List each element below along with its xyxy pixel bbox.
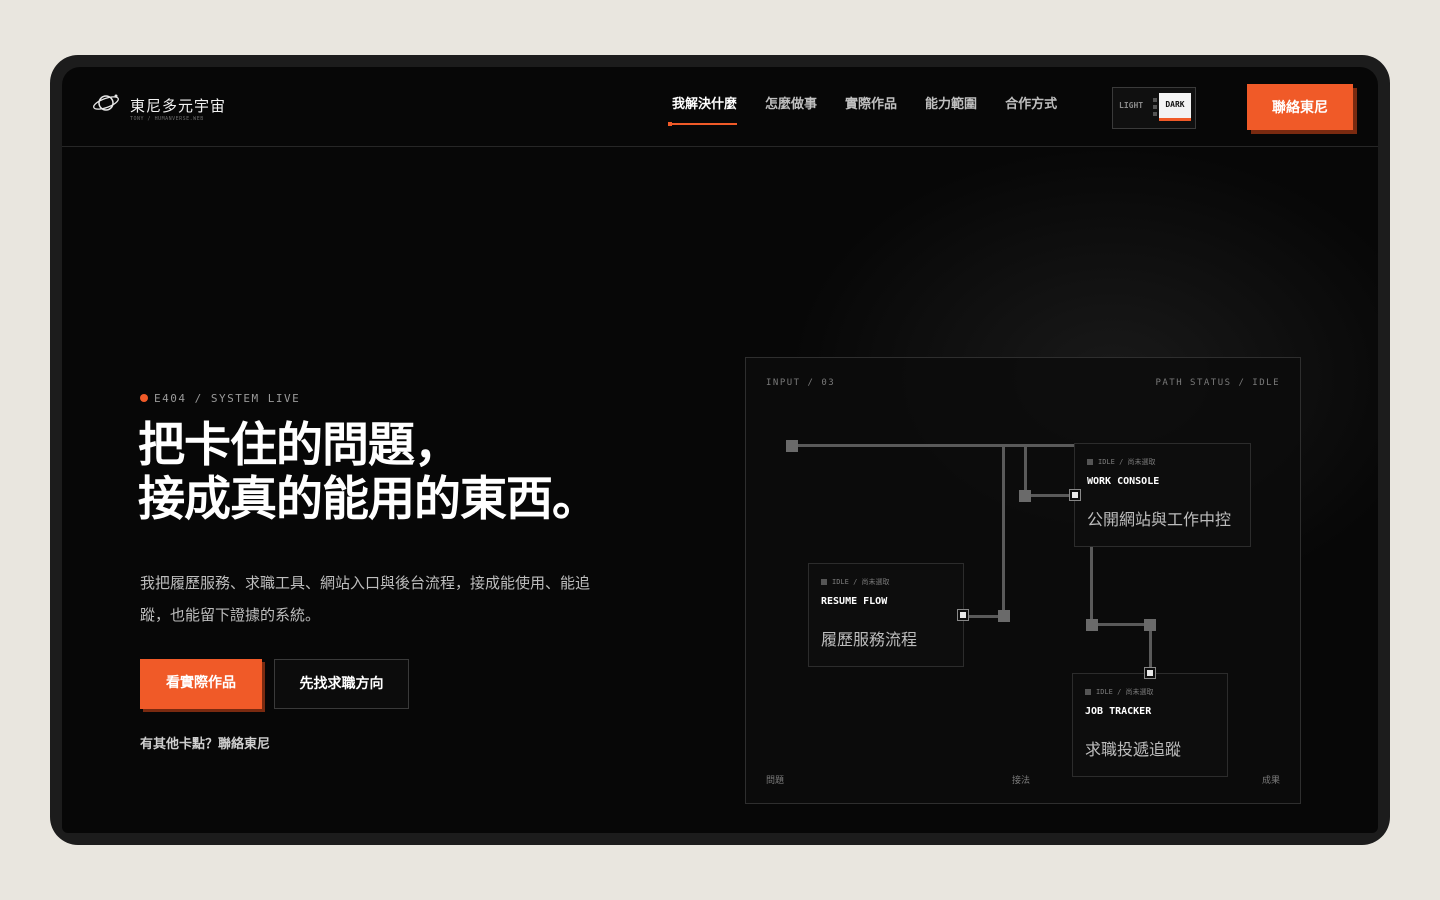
node-work-console[interactable]: IDLE / 尚未選取 WORK CONSOLE 公開網站與工作中控: [1074, 443, 1251, 547]
node-resume-flow[interactable]: IDLE / 尚未選取 RESUME FLOW 履歷服務流程: [808, 563, 964, 667]
header-contact-button[interactable]: 聯絡東尼: [1247, 84, 1353, 130]
tracker-joint-right: [1144, 619, 1156, 631]
port-tracker: [1144, 667, 1156, 679]
live-dot-icon: [140, 394, 148, 402]
diagram-footer-approach: 接法: [1012, 776, 1031, 786]
status-square-icon: [821, 579, 827, 585]
node-status-text: IDLE / 尚未選取: [832, 578, 890, 586]
diagram-footer-problem: 問題: [766, 776, 785, 786]
diagram-path-status: PATH STATUS / IDLE: [1155, 378, 1280, 388]
nav-item-collaboration[interactable]: 合作方式: [991, 95, 1071, 125]
system-status: E404 / SYSTEM LIVE: [140, 392, 300, 405]
port-resume: [957, 609, 969, 621]
hero-description: 我把履歷服務、求職工具、網站入口與後台流程，接成能使用、能追蹤，也能留下證據的系…: [140, 574, 591, 624]
contact-link[interactable]: 有其他卡點？聯絡東尼: [140, 733, 270, 752]
status-square-icon: [1087, 459, 1093, 465]
node-code: RESUME FLOW: [821, 596, 888, 607]
node-name: 履歷服務流程: [821, 630, 918, 649]
node-status: IDLE / 尚未選取: [1087, 457, 1156, 467]
wire-input-main: [796, 444, 1076, 447]
job-direction-button[interactable]: 先找求職方向: [274, 659, 409, 709]
node-status-text: IDLE / 尚未選取: [1098, 458, 1156, 466]
planet-icon: [93, 94, 119, 111]
theme-dark-option[interactable]: DARK: [1159, 93, 1191, 121]
node-name: 求職投遞追蹤: [1085, 740, 1182, 759]
theme-toggle[interactable]: LIGHT DARK: [1112, 87, 1196, 129]
view-works-button[interactable]: 看實際作品: [140, 659, 262, 709]
diagram-input-label: INPUT / 03: [766, 378, 836, 388]
node-name: 公開網站與工作中控: [1087, 510, 1232, 529]
system-status-text: E404 / SYSTEM LIVE: [154, 392, 301, 405]
wire-console-down: [1090, 546, 1093, 626]
status-square-icon: [1085, 689, 1091, 695]
main-nav: 我解決什麼 怎麼做事 實際作品 能力範圍 合作方式: [658, 95, 1071, 126]
brand-logo[interactable]: 東尼多元宇宙 TONY / HUMANVERSE.WEB: [92, 91, 312, 131]
diagram-footer-result: 成果: [1261, 776, 1280, 786]
wire-to-tracker-h: [1090, 623, 1150, 626]
brand-subtitle: TONY / HUMANVERSE.WEB: [130, 116, 204, 122]
node-code: JOB TRACKER: [1085, 706, 1152, 717]
toggle-grip-icon: [1153, 98, 1157, 118]
tracker-joint-left: [1086, 619, 1098, 631]
site-header: 東尼多元宇宙 TONY / HUMANVERSE.WEB 我解決什麼 怎麼做事 …: [62, 67, 1378, 147]
browser-screen: 東尼多元宇宙 TONY / HUMANVERSE.WEB 我解決什麼 怎麼做事 …: [62, 67, 1378, 833]
brand-title: 東尼多元宇宙: [130, 97, 227, 115]
wire-drop-resume: [1002, 444, 1005, 618]
node-code: WORK CONSOLE: [1087, 476, 1160, 487]
wire-drop-console: [1024, 444, 1027, 496]
wire-to-console: [1024, 494, 1074, 497]
hero-title-line2: 接成真的能用的東西。: [138, 472, 599, 527]
hero-title-line1: 把卡住的問題，: [138, 418, 461, 473]
resume-joint: [998, 610, 1010, 622]
theme-light-option[interactable]: LIGHT: [1119, 101, 1143, 110]
nav-item-capabilities[interactable]: 能力範圍: [911, 95, 991, 125]
nav-item-how-i-work[interactable]: 怎麼做事: [751, 95, 831, 125]
nav-item-works[interactable]: 實際作品: [831, 95, 911, 125]
nav-item-what-i-solve[interactable]: 我解決什麼: [658, 95, 751, 126]
flow-diagram: INPUT / 03 PATH STATUS / IDLE IDLE / 尚未選…: [745, 357, 1301, 804]
node-status: IDLE / 尚未選取: [1085, 687, 1154, 697]
node-status-text: IDLE / 尚未選取: [1096, 688, 1154, 696]
console-joint: [1019, 490, 1031, 502]
node-job-tracker[interactable]: IDLE / 尚未選取 JOB TRACKER 求職投遞追蹤: [1072, 673, 1228, 777]
hero-title: 把卡住的問題， 接成真的能用的東西。: [138, 418, 599, 527]
input-joint: [786, 440, 798, 452]
port-console: [1069, 489, 1081, 501]
node-status: IDLE / 尚未選取: [821, 577, 890, 587]
